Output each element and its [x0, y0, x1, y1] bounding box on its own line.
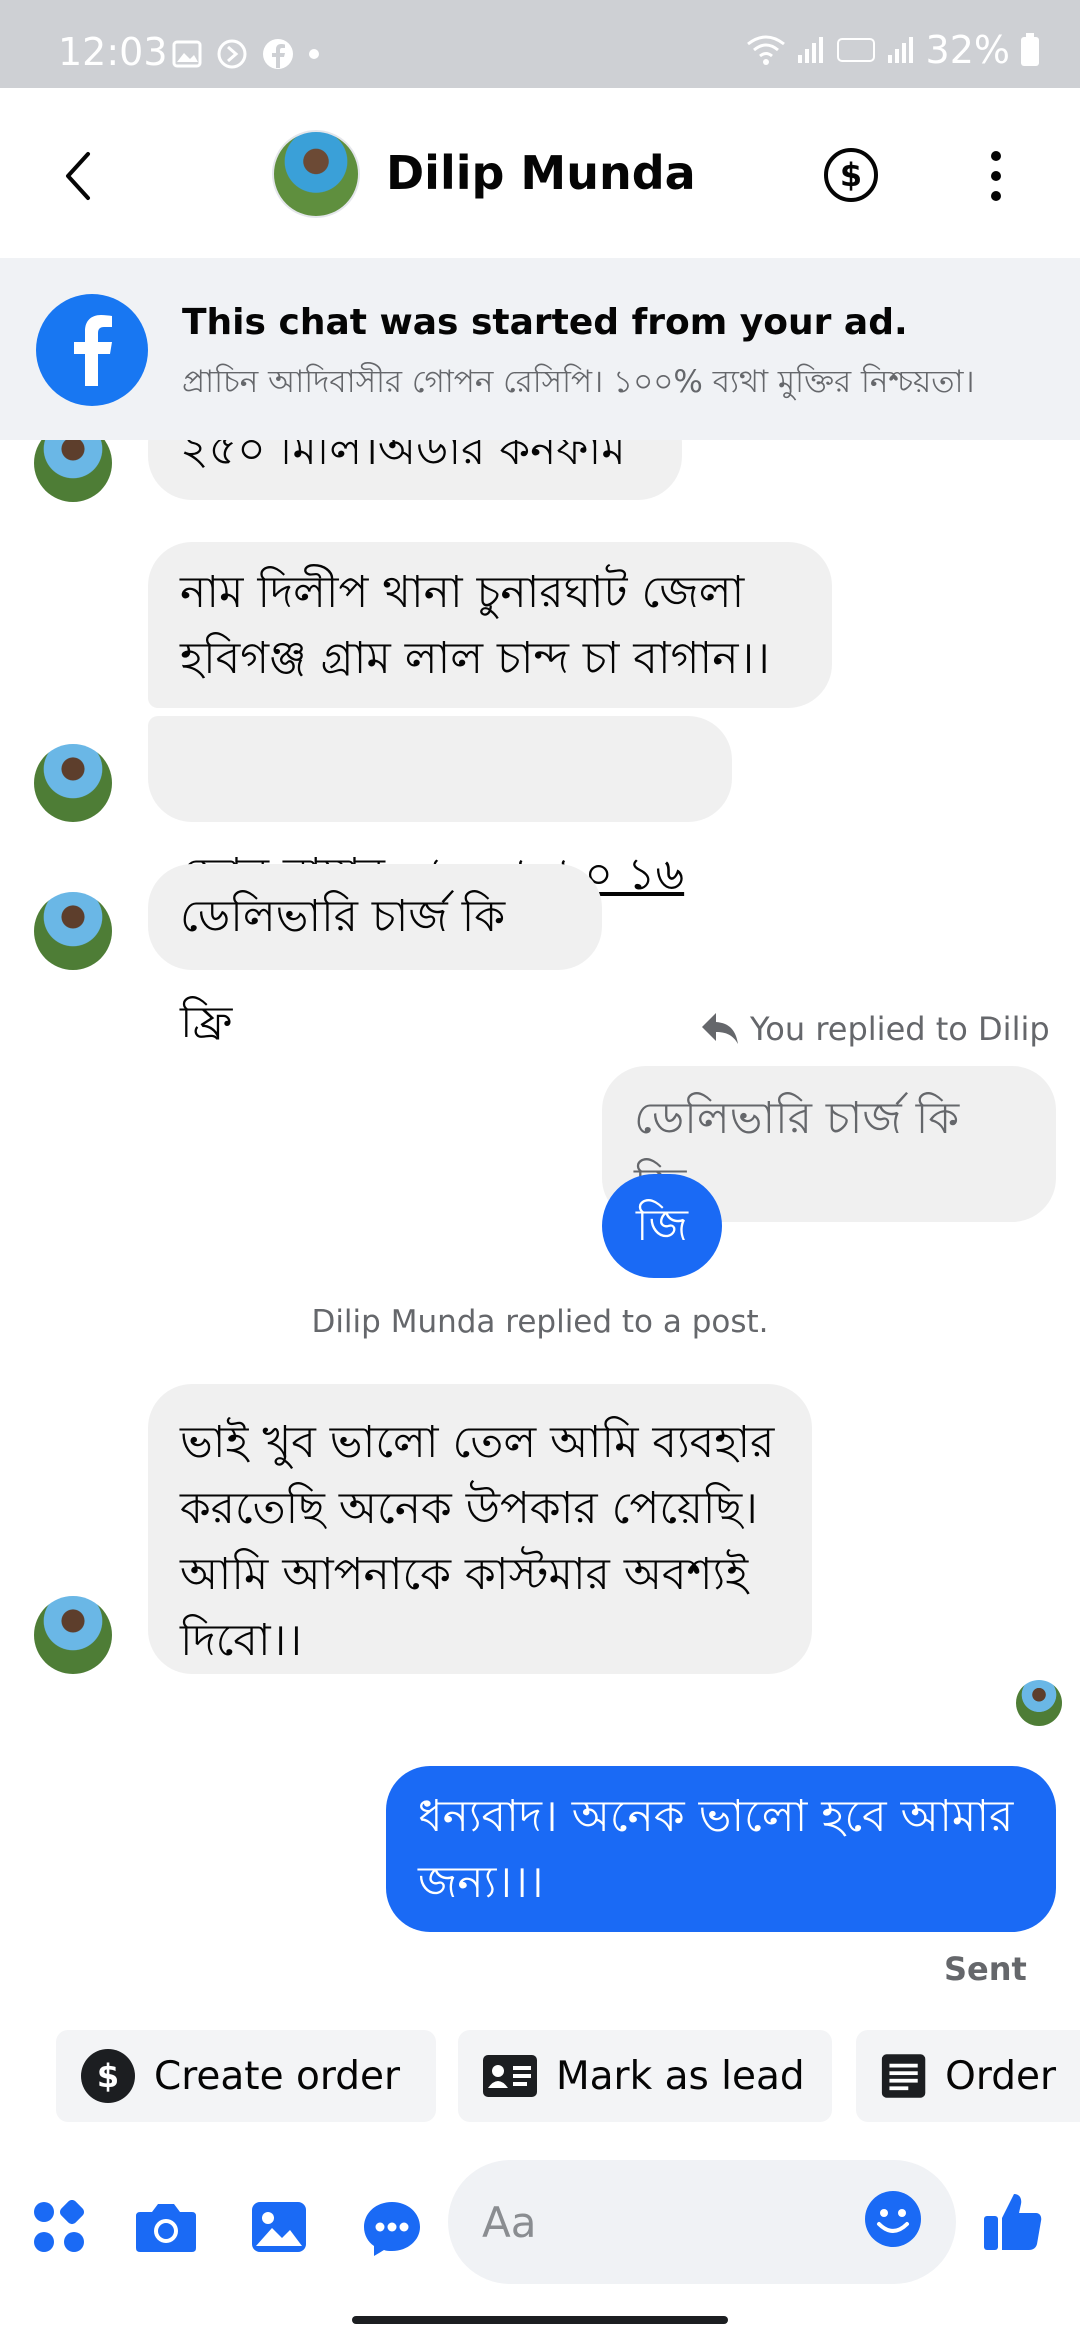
reply-indicator-label: You replied to Dilip — [750, 1010, 1050, 1048]
message-bubble-outgoing[interactable]: জি — [602, 1174, 722, 1278]
camera-icon[interactable] — [134, 2200, 198, 2254]
facebook-logo-icon — [36, 294, 148, 406]
message-status: Sent — [944, 1950, 1027, 1988]
emoji-icon[interactable] — [864, 2190, 922, 2248]
sender-avatar[interactable] — [34, 1596, 112, 1674]
message-bubble-incoming[interactable]: ভাই খুব ভালো তেল আমি ব্যবহার করতেছি অনেক… — [148, 1384, 812, 1674]
message-bubble-incoming[interactable]: নাম দিলীপ থানা চুনারঘাট জেলা হবিগঞ্জ গ্র… — [148, 542, 832, 708]
chat-bubble-icon[interactable] — [362, 2200, 422, 2258]
order-button[interactable]: Order — [856, 2030, 1080, 2122]
back-arrow-icon[interactable] — [54, 146, 104, 206]
sender-avatar[interactable] — [34, 744, 112, 822]
ad-origin-banner[interactable]: This chat was started from your ad. প্রা… — [0, 258, 1080, 440]
status-time: 12:03 — [58, 30, 168, 74]
create-order-button[interactable]: $ Create order — [56, 2030, 436, 2122]
battery-icon — [1021, 33, 1039, 66]
gallery-notification-icon — [172, 40, 202, 68]
system-status: 32% — [746, 28, 1040, 72]
message-bubble-incoming[interactable]: ২৫০ মিলি।অর্ডার কনফার্ম — [148, 440, 682, 500]
message-bubble-incoming[interactable]: ফোন নাম্বার ০১৩০৯ ৯০ ১৬ — [148, 716, 732, 900]
facebook-notification-icon — [263, 39, 293, 69]
message-bubble-outgoing[interactable]: ধন্যবাদ। অনেক ভালো হবে আমার জন্য।।। — [386, 1766, 1056, 1932]
ad-banner-title: This chat was started from your ad. — [182, 302, 908, 343]
seen-avatar — [1016, 1680, 1062, 1726]
status-bar: 12:03 32% — [0, 0, 1080, 88]
mark-as-lead-button[interactable]: Mark as lead — [458, 2030, 832, 2122]
chat-header: Dilip Munda $ — [0, 88, 1080, 258]
more-options-icon[interactable] — [984, 148, 1008, 204]
signal-icon — [797, 37, 823, 63]
reply-indicator: You replied to Dilip — [700, 1010, 1050, 1048]
menu-grid-icon[interactable] — [32, 2200, 86, 2254]
home-indicator[interactable] — [352, 2316, 728, 2324]
contact-name[interactable]: Dilip Munda — [386, 146, 696, 200]
reply-arrow-icon — [702, 1013, 738, 1044]
dollar-circle-icon: $ — [81, 2049, 135, 2103]
order-label: Order — [945, 2053, 1056, 2099]
message-input-placeholder: Aa — [482, 2197, 537, 2247]
post-reply-notice: Dilip Munda replied to a post. — [311, 1304, 769, 1340]
thumbs-up-icon[interactable] — [982, 2190, 1042, 2252]
sender-avatar[interactable] — [34, 892, 112, 970]
contact-avatar[interactable] — [272, 130, 360, 218]
svg-text:$: $ — [97, 2057, 119, 2095]
notification-icons — [172, 38, 320, 70]
message-list[interactable]: ২৫০ মিলি।অর্ডার কনফার্ম নাম দিলীপ থানা চ… — [0, 440, 1080, 2020]
order-list-icon — [881, 2054, 926, 2098]
gallery-icon[interactable] — [250, 2200, 308, 2254]
sender-avatar[interactable] — [34, 440, 112, 502]
mark-as-lead-label: Mark as lead — [556, 2053, 805, 2099]
create-order-label: Create order — [154, 2053, 400, 2099]
volte-icon — [836, 38, 875, 62]
contact-card-icon — [483, 2055, 537, 2097]
wifi-icon — [746, 35, 785, 65]
dot-icon — [309, 49, 319, 59]
battery-percent: 32% — [925, 28, 1010, 72]
message-bubble-incoming[interactable]: ডেলিভারি চার্জ কি ফ্রি — [148, 864, 602, 1048]
payment-dollar-icon[interactable]: $ — [824, 148, 878, 202]
ad-banner-subtitle: প্রাচিন আদিবাসীর গোপন রেসিপি। ১০০% ব্যথা… — [182, 364, 975, 400]
signal-2-icon — [887, 37, 913, 63]
sync-notification-icon — [217, 39, 247, 69]
